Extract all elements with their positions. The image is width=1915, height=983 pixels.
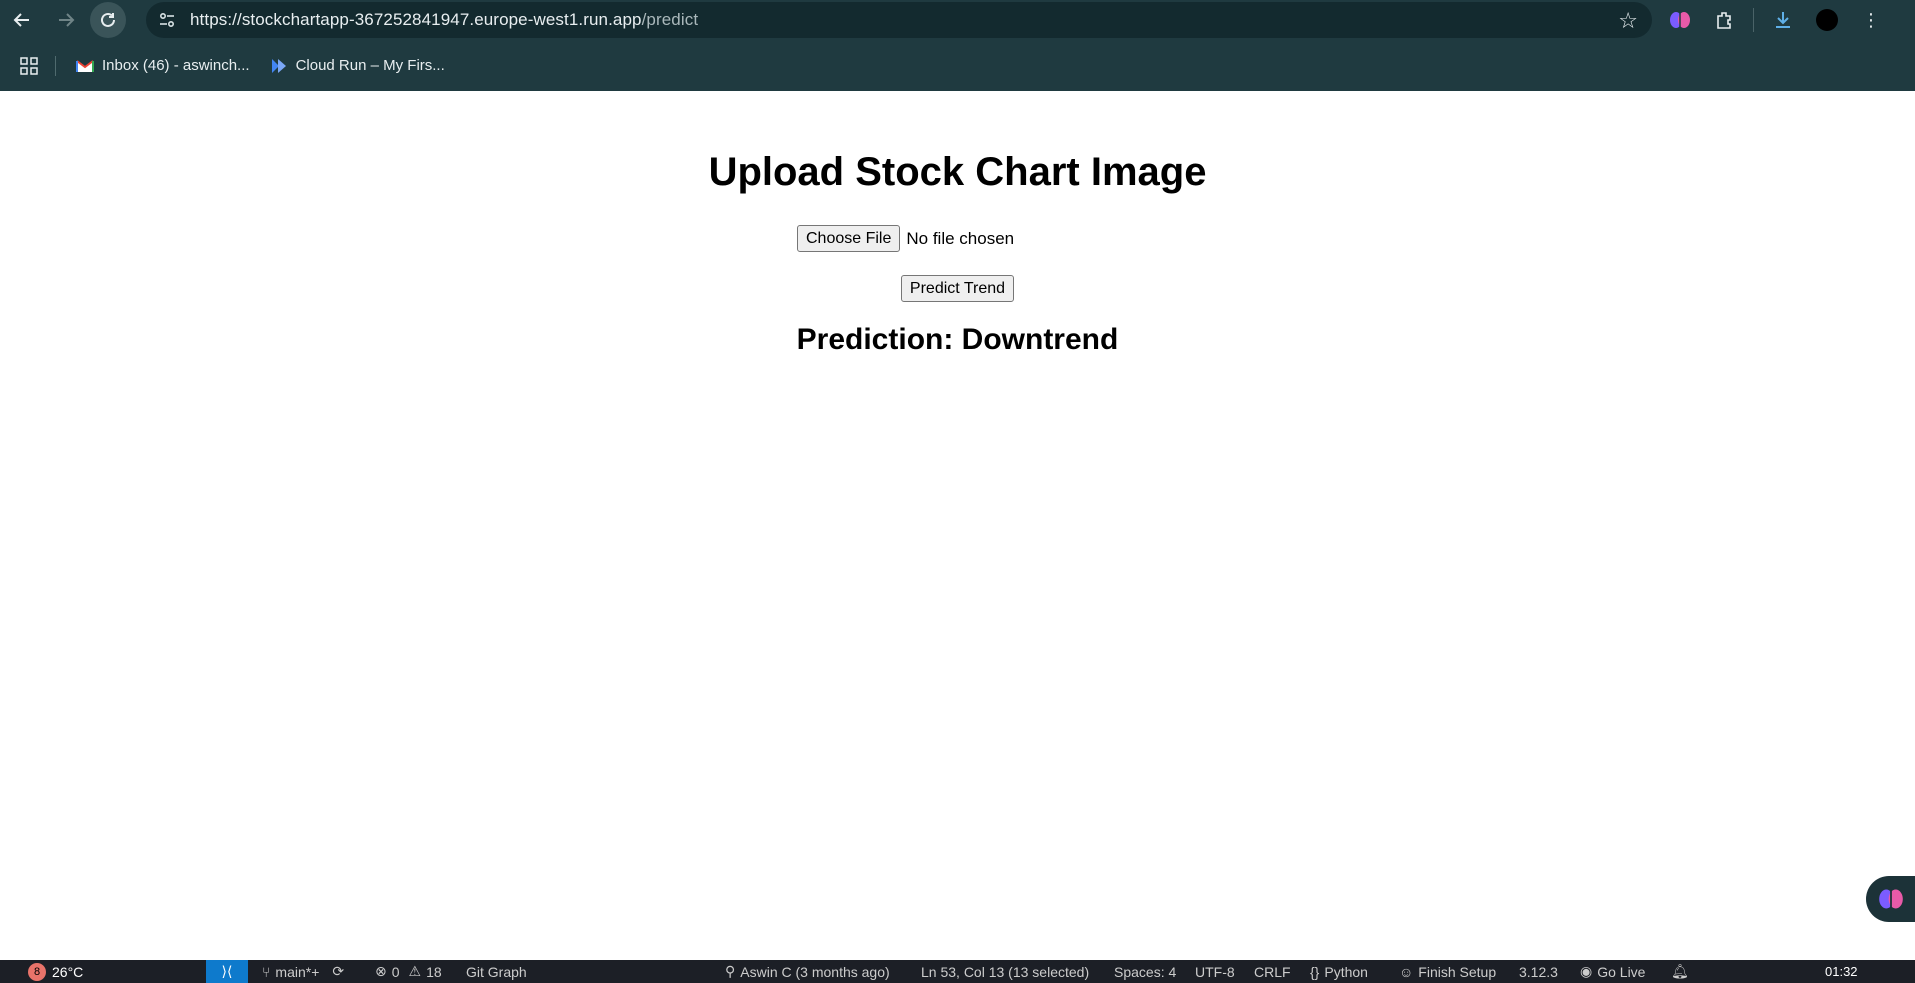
browser-toolbar: https://stockchartapp-367252841947.europ… (0, 0, 1915, 40)
extensions-icon[interactable] (1709, 5, 1739, 35)
bookmark-cloud-run[interactable]: Cloud Run – My Firs... (260, 51, 455, 81)
spaces-text: Spaces: 4 (1114, 963, 1177, 980)
profile-avatar[interactable] (1812, 5, 1842, 35)
file-input[interactable]: Choose File No file chosen (797, 225, 1014, 252)
indentation[interactable]: Spaces: 4 (1114, 960, 1176, 983)
bookmark-label: Cloud Run – My Firs... (295, 57, 445, 74)
predict-row: Predict Trend (0, 275, 1915, 302)
url-path: /predict (641, 10, 699, 29)
url-text[interactable]: https://stockchartapp-367252841947.europ… (190, 10, 698, 30)
git-branch-icon: ⑂ (262, 963, 271, 980)
vscode-status-bar: 8 26°C ⟩⟨ ⑂ main*+ ⟳ ⊗ 0 ⚠ 18 Git Graph … (0, 960, 1915, 983)
back-arrow-icon (13, 13, 29, 27)
apps-grid-icon[interactable] (9, 56, 49, 75)
braces-icon: {} (1310, 963, 1320, 980)
encoding[interactable]: UTF-8 (1195, 960, 1235, 983)
warning-count: 18 (426, 963, 442, 980)
download-icon[interactable] (1768, 5, 1798, 35)
git-blame[interactable]: ⚲ Aswin C (3 months ago) (725, 960, 890, 983)
prediction-result: Prediction: Downtrend (796, 323, 1119, 356)
gemini-brain-icon (1879, 889, 1903, 909)
error-icon: ⊗ (375, 963, 387, 979)
copilot-icon: ☺ (1399, 963, 1414, 980)
toolbar-right: ⋮ (1665, 0, 1886, 40)
weather-badge: 8 (28, 962, 46, 981)
branch-name: main*+ (275, 963, 320, 980)
temperature: 26°C (52, 963, 84, 980)
problems-indicator[interactable]: ⊗ 0 ⚠ 18 (375, 960, 442, 983)
python-version[interactable]: 3.12.3 (1519, 960, 1558, 983)
end-of-line[interactable]: CRLF (1254, 960, 1291, 983)
weather-widget[interactable]: 8 26°C (28, 960, 83, 983)
gmail-icon (76, 59, 94, 72)
branch-indicator[interactable]: ⑂ main*+ ⟳ (262, 960, 344, 983)
predict-trend-button[interactable]: Predict Trend (900, 275, 1015, 302)
cursor-position[interactable]: Ln 53, Col 13 (13 selected) (921, 960, 1089, 983)
finish-setup[interactable]: ☺ Finish Setup (1399, 960, 1496, 983)
url-host: https://stockchartapp-367252841947.europ… (190, 10, 642, 29)
system-clock: 01:32 (1825, 964, 1858, 979)
go-live-text: Go Live (1597, 963, 1646, 980)
floating-assistant-button[interactable] (1866, 876, 1915, 922)
git-graph-button[interactable]: Git Graph (466, 960, 527, 983)
bookmark-inbox[interactable]: Inbox (46) - aswinch... (66, 51, 260, 80)
notifications-bell-icon[interactable]: 🔔︎ (1671, 960, 1689, 983)
go-live-button[interactable]: ◉ Go Live (1580, 960, 1645, 983)
remote-indicator-icon[interactable]: ⟩⟨ (206, 960, 248, 983)
location-pin-icon: ⚲ (725, 963, 736, 979)
site-info-icon[interactable] (152, 5, 182, 35)
language-mode[interactable]: {} Python (1310, 960, 1368, 983)
reload-button[interactable] (90, 2, 126, 38)
finish-setup-text: Finish Setup (1418, 963, 1497, 980)
forward-button[interactable] (48, 2, 84, 38)
reload-icon (101, 12, 115, 27)
language-text: Python (1324, 963, 1368, 980)
cursor-text: Ln 53, Col 13 (13 selected) (921, 963, 1090, 980)
warning-icon: ⚠ (408, 963, 422, 979)
page-title: Upload Stock Chart Image (708, 150, 1207, 194)
menu-kebab-icon[interactable]: ⋮ (1856, 5, 1886, 35)
encoding-text: UTF-8 (1195, 963, 1235, 980)
file-status-text: No file chosen (906, 228, 1015, 248)
sync-icon: ⟳ (332, 963, 345, 979)
blame-text: Aswin C (3 months ago) (740, 963, 890, 980)
bookmark-star-icon[interactable]: ☆ (1618, 8, 1638, 34)
toolbar-divider (1753, 8, 1754, 32)
broadcast-icon: ◉ (1580, 963, 1593, 979)
bookmark-label: Inbox (46) - aswinch... (102, 57, 250, 74)
git-graph-label: Git Graph (466, 963, 527, 980)
back-button[interactable] (4, 2, 40, 38)
bookmarks-divider (55, 55, 56, 76)
eol-text: CRLF (1254, 963, 1291, 980)
bookmarks-bar: Inbox (46) - aswinch... Cloud Run – My F… (0, 40, 1915, 91)
address-bar[interactable]: https://stockchartapp-367252841947.europ… (146, 2, 1652, 38)
error-count: 0 (391, 963, 400, 980)
choose-file-button[interactable]: Choose File (797, 225, 901, 252)
avatar (1816, 9, 1838, 31)
forward-arrow-icon (59, 13, 75, 27)
cloud-run-icon (271, 58, 286, 73)
python-version-text: 3.12.3 (1519, 963, 1558, 980)
gemini-brain-icon[interactable] (1665, 5, 1695, 35)
